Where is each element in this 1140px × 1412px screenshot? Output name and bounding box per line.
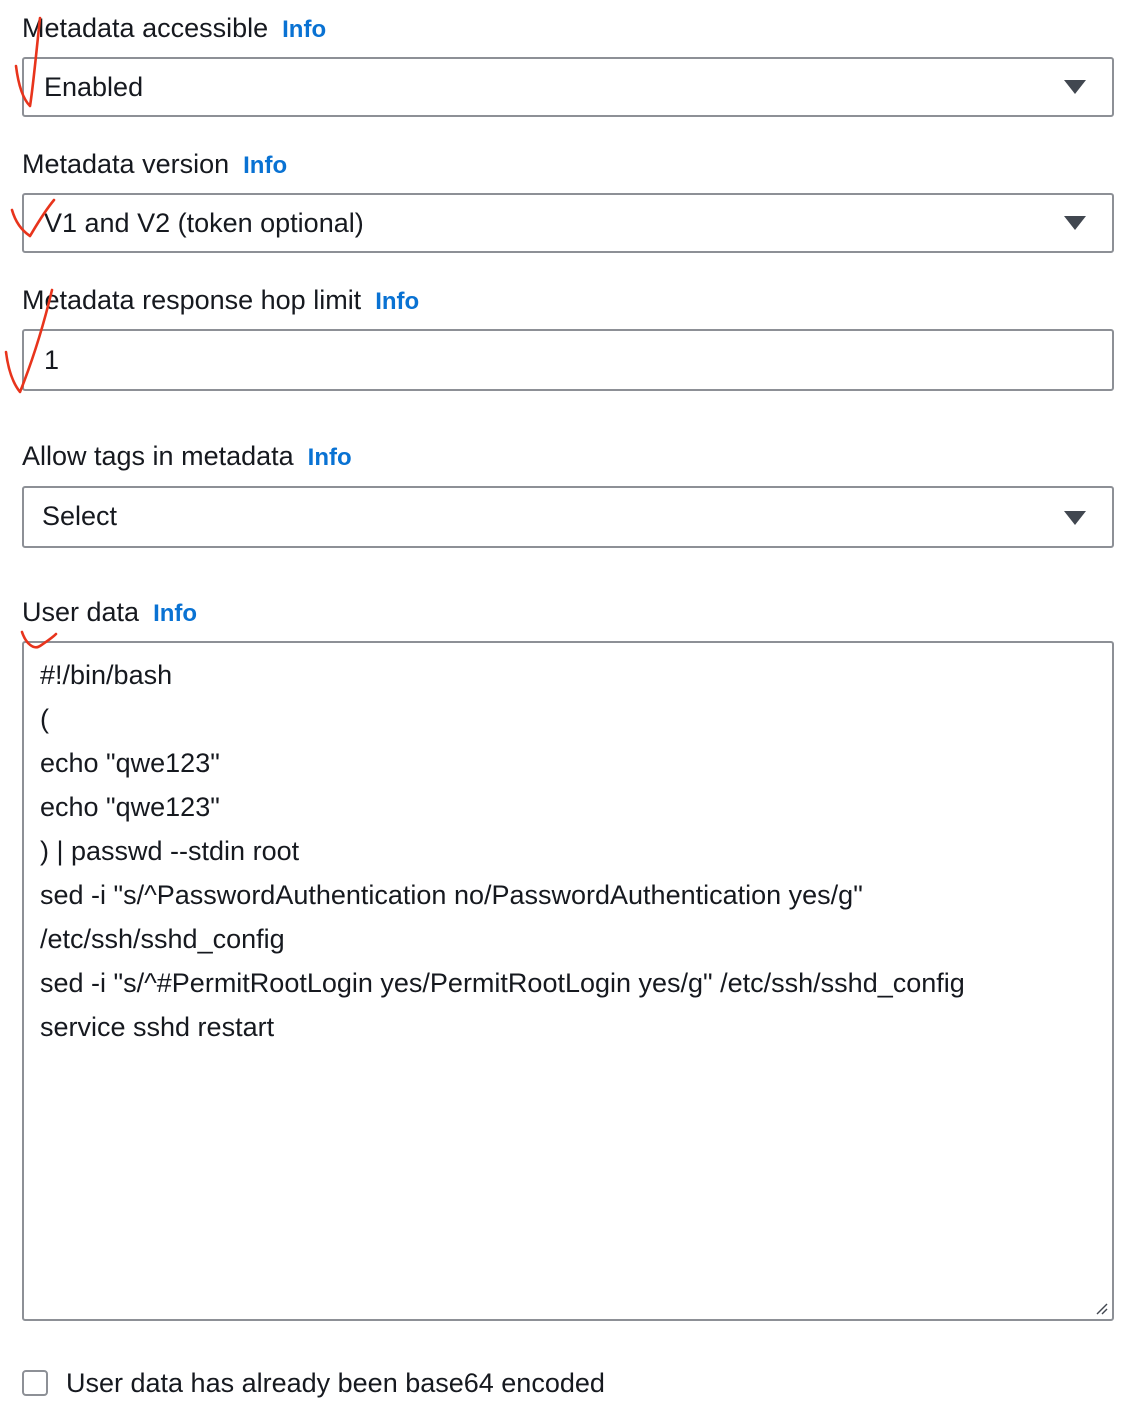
base64-encoded-checkbox[interactable] [22,1370,48,1396]
code-line: echo "qwe123" [40,748,220,778]
chevron-down-icon [1064,80,1086,94]
user-data-label: User data Info [22,596,197,630]
chevron-down-icon [1064,511,1086,525]
metadata-version-select[interactable]: V1 and V2 (token optional) [22,193,1114,253]
code-line: ) | passwd --stdin root [40,836,300,866]
code-line: sed -i "s/^#PermitRootLogin yes/PermitRo… [40,968,965,998]
chevron-down-icon [1064,216,1086,230]
hop-limit-value: 1 [44,345,60,375]
allow-tags-label: Allow tags in metadata Info [22,440,352,474]
metadata-version-info-link[interactable]: Info [243,152,287,179]
code-line: service sshd restart [40,1012,275,1042]
metadata-version-label: Metadata version Info [22,148,287,182]
metadata-accessible-label-text: Metadata accessible [22,13,269,43]
user-data-content: #!/bin/bash ( echo "qwe123" echo "qwe123… [40,653,1096,1049]
allow-tags-value: Select [42,501,118,531]
allow-tags-info-link[interactable]: Info [308,444,352,471]
hop-limit-label-text: Metadata response hop limit [22,285,362,315]
metadata-accessible-info-link[interactable]: Info [282,16,326,43]
metadata-accessible-select[interactable]: Enabled [22,57,1114,117]
code-line: echo "qwe123" [40,792,220,822]
metadata-version-value: V1 and V2 (token optional) [44,208,364,238]
code-line: #!/bin/bash [40,660,173,690]
code-line: /etc/ssh/sshd_config [40,924,285,954]
metadata-version-label-text: Metadata version [22,149,230,179]
hop-limit-input[interactable]: 1 [22,329,1114,391]
allow-tags-label-text: Allow tags in metadata [22,441,294,471]
base64-encoded-label: User data has already been base64 encode… [66,1368,605,1398]
code-line: sed -i "s/^PasswordAuthentication no/Pas… [40,880,863,910]
hop-limit-label: Metadata response hop limit Info [22,284,419,318]
hop-limit-info-link[interactable]: Info [375,288,419,315]
user-data-label-text: User data [22,597,140,627]
metadata-accessible-label: Metadata accessible Info [22,12,326,46]
user-data-textarea[interactable]: #!/bin/bash ( echo "qwe123" echo "qwe123… [22,641,1114,1321]
code-line: ( [40,704,49,734]
user-data-info-link[interactable]: Info [153,600,197,627]
allow-tags-select[interactable]: Select [22,486,1114,548]
resize-handle-icon[interactable] [1094,1301,1108,1315]
metadata-accessible-value: Enabled [44,72,144,102]
